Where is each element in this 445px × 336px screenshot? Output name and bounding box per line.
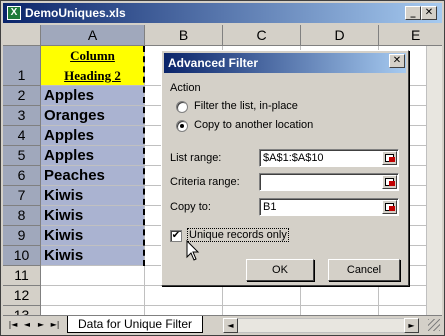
dialog-title[interactable]: Advanced Filter <box>164 53 406 73</box>
cell-value: Kiwis <box>44 247 84 264</box>
copy-to-label: Copy to: <box>170 201 211 213</box>
list-range-field[interactable]: $A$1:$A$10 <box>259 149 399 167</box>
row-header-4[interactable]: 4 <box>3 126 41 146</box>
action-group-label: Action <box>170 82 201 94</box>
first-sheet-button[interactable]: |◄ <box>7 319 19 331</box>
row-header-9[interactable]: 9 <box>3 226 41 246</box>
cell-a9[interactable]: Kiwis <box>41 226 145 246</box>
cell-a12[interactable] <box>41 286 145 306</box>
list-range-label: List range: <box>170 152 222 164</box>
collapse-dialog-icon[interactable] <box>382 175 397 189</box>
radio-copy-to[interactable] <box>176 120 188 132</box>
cell-a4[interactable]: Apples <box>41 126 145 146</box>
criteria-range-field[interactable] <box>259 173 399 191</box>
list-range-value: $A$1:$A$10 <box>263 152 324 164</box>
scroll-left-button[interactable]: ◄ <box>223 318 238 333</box>
radio-filter-in-place[interactable] <box>176 101 188 113</box>
radio-filter-in-place-label[interactable]: Filter the list, in-place <box>194 100 298 112</box>
excel-app-icon[interactable]: X <box>7 6 21 20</box>
row-header-8[interactable]: 8 <box>3 206 41 226</box>
column-header-e[interactable]: E <box>379 25 442 46</box>
row-header-11[interactable]: 11 <box>3 266 41 286</box>
unique-records-label[interactable]: Unique records only <box>187 228 289 242</box>
unique-records-text: Unique records only <box>187 228 289 242</box>
cell-a8[interactable]: Kiwis <box>41 206 145 226</box>
collapse-dialog-icon[interactable] <box>382 151 397 165</box>
resize-grip-icon[interactable] <box>428 319 440 331</box>
collapse-dialog-icon[interactable] <box>382 200 397 214</box>
cell-a7[interactable]: Kiwis <box>41 186 145 206</box>
column-header-c[interactable]: C <box>223 25 301 46</box>
refbtn-marker <box>389 181 395 186</box>
ok-button[interactable]: OK <box>246 259 314 281</box>
vertical-scrollbar[interactable] <box>426 46 442 315</box>
sheet-tab-active[interactable]: Data for Unique Filter <box>67 316 204 333</box>
next-sheet-button[interactable]: ► <box>35 319 47 331</box>
heading-text: Column Heading 2 <box>64 48 121 83</box>
row-header-5[interactable]: 5 <box>3 146 41 166</box>
minimize-button[interactable]: _ <box>405 6 421 20</box>
cell-value: Kiwis <box>44 187 84 204</box>
select-all-corner[interactable] <box>3 25 41 46</box>
cell-a2[interactable]: Apples <box>41 86 145 106</box>
column-header-d[interactable]: D <box>301 25 379 46</box>
row-header-7[interactable]: 7 <box>3 186 41 206</box>
window-title: DemoUniques.xls <box>25 6 126 20</box>
cell-a6[interactable]: Peaches <box>41 166 145 186</box>
cell-a1-heading[interactable]: Column Heading 2 <box>41 46 145 86</box>
row-header-13[interactable]: 13 <box>3 306 41 315</box>
scroll-right-button[interactable]: ► <box>404 318 419 333</box>
row-header-6[interactable]: 6 <box>3 166 41 186</box>
unique-records-checkbox[interactable]: ✔ <box>170 230 182 242</box>
cancel-button[interactable]: Cancel <box>328 259 400 281</box>
title-bar[interactable]: X DemoUniques.xls _ □ <box>3 3 442 23</box>
sheet-tab-bar: |◄ ◄ ► ►| Data for Unique Filter ◄ ► <box>3 315 442 334</box>
cell-a13[interactable] <box>41 306 145 315</box>
dialog-close-button[interactable]: ✕ <box>389 54 405 68</box>
last-sheet-button[interactable]: ►| <box>49 319 61 331</box>
mouse-pointer-icon <box>186 240 200 261</box>
cell-value: Apples <box>44 87 95 104</box>
cell-a10[interactable]: Kiwis <box>41 246 145 266</box>
cell-value: Kiwis <box>44 207 84 224</box>
criteria-range-label: Criteria range: <box>170 176 240 188</box>
row-header-1[interactable]: 1 <box>3 46 41 86</box>
cell-a11[interactable] <box>41 266 145 286</box>
close-button[interactable]: ✕ <box>421 6 437 20</box>
cell-value: Apples <box>44 147 95 164</box>
copy-to-value: B1 <box>263 201 277 213</box>
refbtn-marker <box>389 206 395 211</box>
row-header-12[interactable]: 12 <box>3 286 41 306</box>
prev-sheet-button[interactable]: ◄ <box>21 319 33 331</box>
column-header-a[interactable]: A <box>41 25 145 46</box>
cell-a3[interactable]: Oranges <box>41 106 145 126</box>
horizontal-scrollbar[interactable]: ◄ ► <box>223 318 419 333</box>
refbtn-marker <box>389 157 395 162</box>
selection-border <box>143 46 146 266</box>
radio-copy-to-label[interactable]: Copy to another location <box>194 119 313 131</box>
gridline <box>145 305 442 306</box>
row-header-2[interactable]: 2 <box>3 86 41 106</box>
cell-value: Apples <box>44 127 95 144</box>
column-header-b[interactable]: B <box>145 25 223 46</box>
cell-value: Kiwis <box>44 227 84 244</box>
radio-selected-dot <box>180 124 184 128</box>
row-header-3[interactable]: 3 <box>3 106 41 126</box>
cell-a5[interactable]: Apples <box>41 146 145 166</box>
copy-to-field[interactable]: B1 <box>259 198 399 216</box>
cell-value: Peaches <box>44 167 105 184</box>
row-header-10[interactable]: 10 <box>3 246 41 266</box>
cell-value: Oranges <box>44 107 105 124</box>
